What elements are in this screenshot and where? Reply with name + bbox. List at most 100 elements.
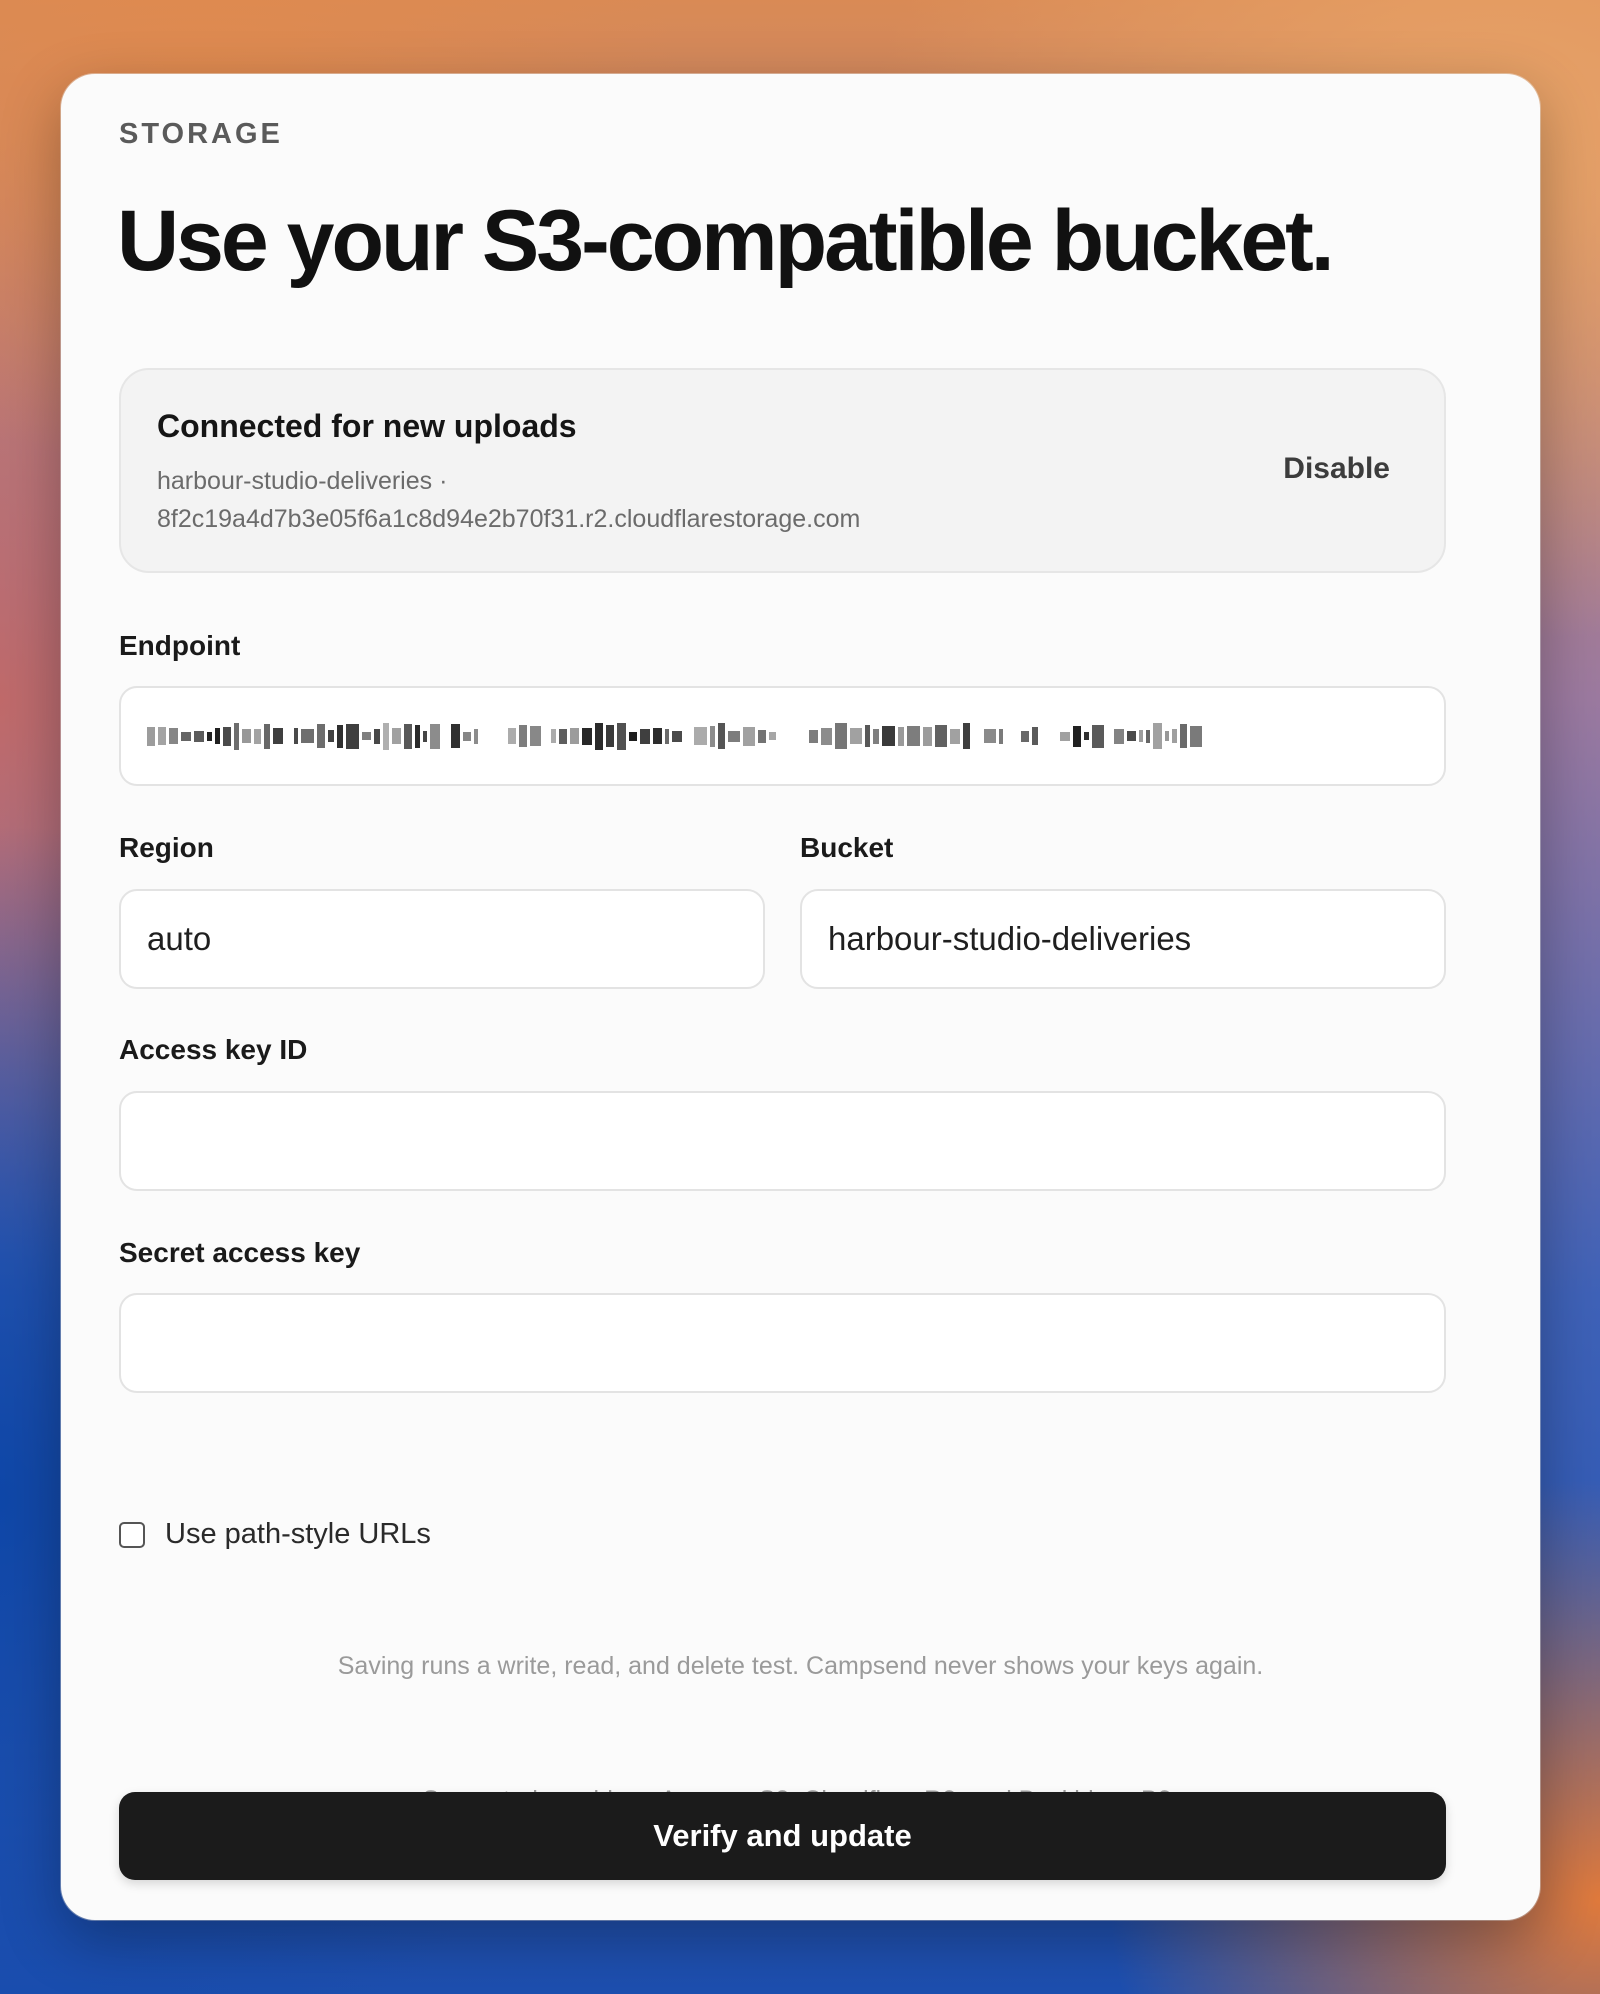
redaction-block [779, 727, 787, 746]
redaction-block [362, 732, 371, 740]
redaction-block [718, 723, 725, 749]
redaction-block [595, 722, 603, 750]
access-key-label: Access key ID [119, 1034, 308, 1065]
redaction-block [640, 728, 650, 744]
status-host-line: 8f2c19a4d7b3e05f6a1c8d94e2b70f31.r2.clou… [157, 505, 861, 533]
redaction-block [1114, 728, 1124, 744]
redaction-block [665, 728, 669, 744]
redaction-block [294, 728, 298, 744]
disable-button[interactable]: Disable [1283, 452, 1390, 486]
redaction-block [147, 726, 155, 746]
bucket-input[interactable]: harbour-studio-deliveries [800, 889, 1446, 989]
redaction-block [950, 728, 960, 744]
redaction-block [1180, 724, 1187, 748]
status-bucket-line: harbour-studio-deliveries · [157, 467, 448, 495]
redaction-block [519, 725, 527, 747]
redaction-block [582, 727, 592, 745]
redaction-block [443, 732, 448, 740]
redaction-block [1006, 726, 1018, 746]
page-title: Use your S3-compatible bucket. [117, 193, 1335, 289]
redaction-block [907, 726, 920, 746]
endpoint-input[interactable] [119, 686, 1446, 786]
redaction-block [559, 728, 567, 744]
redaction-block [474, 728, 478, 744]
redaction-block [551, 729, 556, 743]
redaction-block [286, 730, 291, 742]
redaction-block [463, 731, 471, 741]
redaction-block [728, 730, 740, 742]
section-eyebrow: STORAGE [119, 118, 283, 150]
redaction-block [215, 728, 220, 744]
bucket-label: Bucket [800, 832, 894, 863]
redaction-block [835, 723, 847, 749]
redaction-block [850, 728, 862, 744]
access-key-input[interactable] [119, 1091, 1446, 1191]
path-style-label: Use path-style URLs [165, 1518, 431, 1550]
redaction-block [790, 730, 798, 742]
redaction-block [328, 730, 334, 742]
redaction-block [1021, 730, 1029, 742]
redaction-block [1073, 725, 1081, 747]
redaction-block [404, 723, 412, 749]
redaction-block [530, 726, 541, 746]
redaction-block [508, 728, 516, 744]
redaction-block [1092, 724, 1104, 748]
secret-key-input[interactable] [119, 1293, 1446, 1393]
redaction-block [1060, 731, 1070, 741]
redaction-block [273, 728, 283, 744]
redaction-block [1165, 731, 1169, 741]
redaction-block [653, 728, 662, 744]
redaction-block [743, 726, 755, 746]
redaction-block [1032, 727, 1038, 745]
redaction-block [423, 730, 427, 742]
redaction-block [606, 725, 614, 747]
redaction-block [337, 724, 343, 748]
endpoint-label: Endpoint [119, 630, 241, 661]
region-label: Region [119, 832, 214, 863]
redaction-block [984, 729, 996, 743]
storage-card: STORAGE Use your S3-compatible bucket. C… [61, 74, 1540, 1920]
redaction-block [672, 730, 682, 742]
redaction-block [544, 724, 548, 749]
redaction-block [346, 723, 359, 749]
redaction-block [169, 728, 178, 744]
redaction-block [1107, 729, 1111, 743]
status-title: Connected for new uploads [157, 408, 577, 444]
redaction-block [495, 732, 505, 741]
redaction-block [1146, 729, 1150, 743]
path-style-checkbox[interactable] [119, 1521, 145, 1548]
redaction-block [882, 726, 895, 746]
redaction-block [801, 725, 806, 747]
redaction-block [383, 722, 389, 750]
redaction-block [1190, 725, 1202, 747]
redaction-block [898, 726, 904, 746]
redaction-block [392, 728, 401, 744]
redaction-block [301, 729, 314, 743]
redaction-block [821, 727, 832, 745]
redaction-block [973, 724, 981, 749]
redaction-block [430, 723, 440, 749]
redaction-block [264, 723, 270, 749]
redaction-block [629, 731, 637, 741]
redaction-block [1127, 731, 1136, 741]
path-style-option[interactable]: Use path-style URLs [119, 1518, 431, 1551]
redacted-endpoint-value [147, 721, 1202, 751]
region-input[interactable]: auto [119, 889, 765, 989]
verify-and-update-button[interactable]: Verify and update [119, 1792, 1446, 1880]
redaction-block [234, 722, 239, 750]
redaction-block [1084, 732, 1089, 740]
redaction-block [769, 732, 776, 740]
redaction-block [999, 728, 1003, 744]
redaction-block [317, 724, 325, 748]
redaction-block [865, 725, 870, 747]
test-note: Saving runs a write, read, and delete te… [337, 1652, 1264, 1680]
redaction-block [242, 729, 251, 743]
redaction-block [809, 729, 818, 743]
redaction-block [694, 727, 707, 745]
redaction-block [963, 723, 970, 749]
redaction-block [1172, 729, 1177, 743]
redaction-block [158, 727, 166, 745]
connection-status-panel: Connected for new uploads harbour-studio… [119, 368, 1446, 573]
redaction-block [758, 729, 766, 743]
redaction-block [1053, 728, 1057, 745]
